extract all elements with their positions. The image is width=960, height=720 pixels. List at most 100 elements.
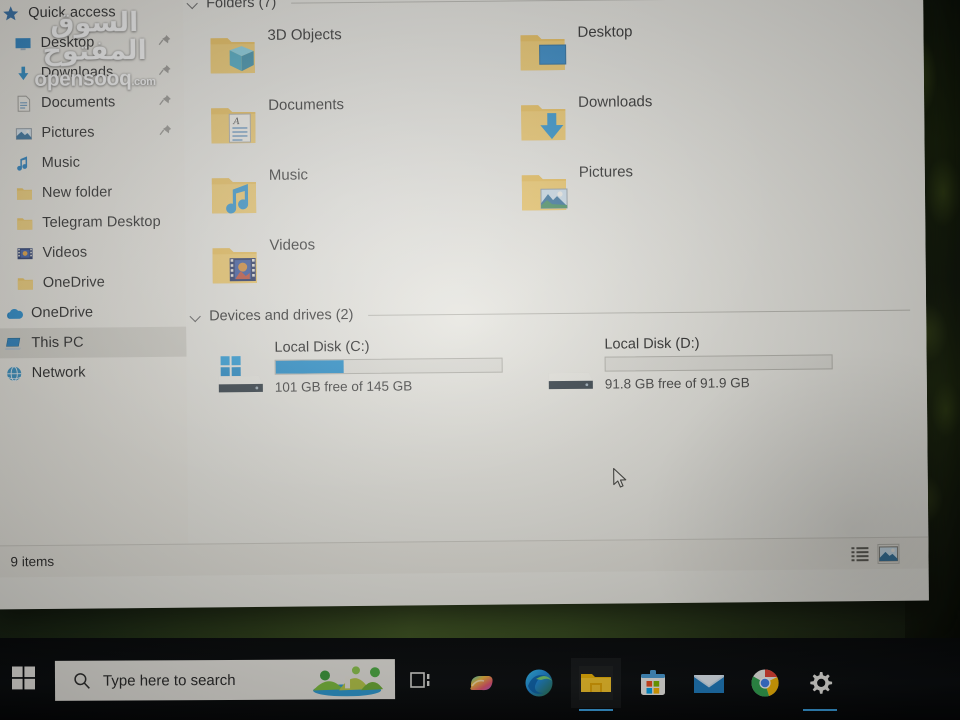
onedrive-cloud-icon: [4, 304, 23, 323]
folder-tile-label: Desktop: [577, 23, 633, 41]
pin-icon[interactable]: [158, 64, 172, 80]
document-icon: [14, 94, 33, 113]
navigation-pane[interactable]: Quick access Desktop Downloads Documents Pic…: [0, 0, 189, 578]
drive-tile[interactable]: Local Disk (C:) 101 GB free of 145 GB: [200, 327, 531, 398]
download-icon: [14, 64, 33, 83]
sidebar-item-quick-access[interactable]: Quick access: [0, 0, 183, 28]
folder-tile[interactable]: Desktop: [507, 16, 818, 89]
drive-label: Local Disk (D:): [604, 335, 700, 353]
taskbar-app-chrome[interactable]: [748, 666, 782, 700]
folder-tile[interactable]: 3D Objects: [197, 19, 508, 92]
sidebar-item-label: Desktop: [40, 34, 95, 52]
sidebar-item-label: Documents: [41, 94, 116, 112]
pin-icon[interactable]: [157, 34, 171, 50]
item-count-label: 9 items: [10, 553, 55, 570]
group-divider: [368, 309, 911, 316]
folder-tile[interactable]: Downloads: [508, 86, 819, 159]
folder-desktop-icon: [517, 29, 567, 77]
picture-icon: [14, 124, 33, 143]
sidebar-item-label: Music: [41, 154, 81, 172]
folder-icon: [15, 184, 34, 203]
folder-tile[interactable]: Videos: [199, 229, 510, 302]
folder-icon: [16, 274, 35, 293]
this-pc-icon: [4, 334, 23, 353]
folder-tile-label: Downloads: [578, 93, 653, 111]
sidebar-item-label: Quick access: [28, 4, 116, 22]
folder-tile-label: Music: [268, 166, 309, 184]
folder-tile-label: 3D Objects: [267, 26, 342, 44]
sidebar-item-label: OneDrive: [31, 304, 94, 322]
group-title-devices: Devices and drives (2): [209, 307, 354, 325]
chevron-down-icon[interactable]: [187, 0, 199, 10]
sidebar-item-desktop[interactable]: Desktop: [0, 27, 184, 59]
view-mode-buttons[interactable]: [850, 543, 900, 564]
sidebar-item-videos[interactable]: Videos: [0, 237, 186, 269]
details-view-icon[interactable]: [850, 545, 870, 563]
taskbar-app-edge[interactable]: [522, 666, 556, 700]
file-explorer-window: Quick access Desktop Downloads Documents Pic…: [0, 0, 929, 610]
sidebar-item-label: Telegram Desktop: [42, 213, 161, 232]
folder-tile-label: Documents: [268, 96, 345, 114]
drive-free-space-label: 101 GB free of 145 GB: [274, 378, 413, 395]
photographed-screen: Quick access Desktop Downloads Documents Pic…: [0, 0, 960, 720]
drive-usage-bar: [274, 357, 503, 375]
folder-downloads-icon: [518, 99, 568, 147]
folder-tile[interactable]: Music: [199, 159, 510, 232]
desktop-icon: [13, 34, 32, 53]
taskbar-app-mail[interactable]: [692, 666, 726, 700]
music-note-icon: [15, 154, 34, 173]
sidebar-item-music[interactable]: Music: [0, 147, 185, 179]
folder-tile-label: Pictures: [578, 163, 634, 181]
sidebar-item-pictures[interactable]: Pictures: [0, 117, 185, 149]
search-input[interactable]: Type here to search: [54, 659, 396, 701]
drive-tile[interactable]: Local Disk (D:) 91.8 GB free of 91.9 GB: [530, 324, 861, 395]
sidebar-item-new-folder[interactable]: New folder: [0, 177, 185, 209]
pin-icon[interactable]: [158, 124, 172, 140]
taskbar-app-settings[interactable]: [803, 666, 837, 711]
sidebar-item-downloads[interactable]: Downloads: [0, 57, 184, 89]
task-view-icon[interactable]: [410, 670, 434, 690]
folder-music-icon: [209, 172, 259, 220]
group-divider: [291, 0, 908, 4]
drive-icon: [540, 347, 596, 396]
drive-usage-fill: [275, 360, 344, 374]
star-icon: [1, 4, 20, 23]
sidebar-item-telegram-desktop[interactable]: Telegram Desktop: [0, 207, 185, 239]
folder-grid: 3D Objects Desktop A Documents Downloads: [183, 5, 926, 302]
folder-tile[interactable]: Pictures: [509, 156, 820, 229]
mouse-cursor: [613, 467, 629, 489]
content-pane[interactable]: Folders (7) 3D Objects Desktop A Documen…: [183, 0, 929, 576]
pin-icon[interactable]: [158, 94, 172, 110]
sidebar-item-label: New folder: [41, 184, 113, 202]
sidebar-item-this-pc[interactable]: This PC: [0, 326, 187, 359]
folder-3d-objects-icon: [207, 32, 257, 80]
sidebar-item-label: Videos: [42, 244, 88, 262]
chevron-down-icon[interactable]: [190, 310, 202, 322]
taskbar-app-copilot[interactable]: [464, 666, 498, 700]
sidebar-item-label: Pictures: [41, 124, 95, 142]
network-icon: [5, 364, 24, 383]
sidebar-item-label: Downloads: [40, 64, 114, 82]
taskbar[interactable]: Type here to search: [0, 638, 960, 720]
large-icons-view-icon[interactable]: [877, 543, 900, 564]
sidebar-item-label: This PC: [31, 334, 84, 352]
sidebar-item-onedrive[interactable]: OneDrive: [0, 267, 186, 299]
taskbar-app-file-explorer[interactable]: [579, 666, 613, 711]
search-icon: [73, 672, 91, 690]
drive-usage-bar: [604, 354, 833, 372]
sidebar-item-onedrive[interactable]: OneDrive: [0, 297, 186, 329]
folder-icon: [15, 214, 34, 233]
sidebar-item-label: Network: [31, 364, 86, 382]
drive-label: Local Disk (C:): [274, 338, 370, 356]
system-drive-icon: [210, 350, 266, 399]
sidebar-item-network[interactable]: Network: [0, 357, 187, 389]
video-icon: [15, 244, 34, 263]
folder-tile[interactable]: A Documents: [198, 89, 509, 162]
drive-grid: Local Disk (C:) 101 GB free of 145 GB Loc…: [186, 318, 927, 399]
folder-tile-label: Videos: [269, 236, 316, 254]
search-highlight-thumbnail[interactable]: [309, 662, 385, 697]
windows-start-icon[interactable]: [12, 666, 36, 690]
sidebar-item-documents[interactable]: Documents: [0, 87, 184, 119]
svg-text:A: A: [232, 117, 240, 127]
taskbar-app-microsoft-store[interactable]: [636, 666, 670, 700]
